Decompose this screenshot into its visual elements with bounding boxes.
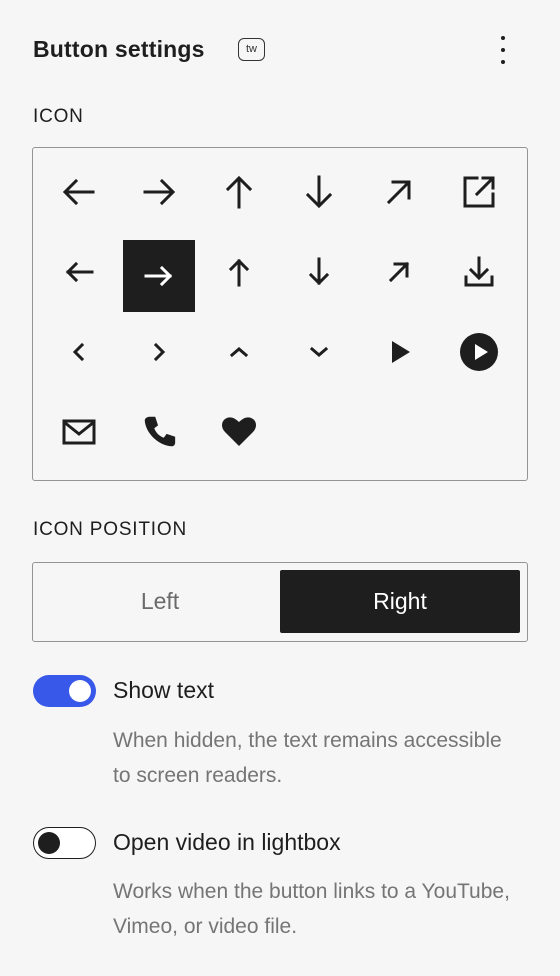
tw-badge: tw (238, 38, 265, 61)
show-text-toggle[interactable] (33, 675, 96, 707)
position-right-option[interactable]: Right (280, 570, 520, 633)
arrow-down-icon[interactable] (283, 156, 355, 228)
arrow-up-right-icon[interactable] (363, 156, 435, 228)
heart-icon[interactable] (203, 396, 275, 468)
envelope-icon[interactable] (43, 396, 115, 468)
download-icon[interactable] (443, 236, 515, 308)
icon-position-control: Left Right (32, 562, 528, 642)
phone-icon[interactable] (123, 396, 195, 468)
arrow-left-short-icon[interactable] (43, 236, 115, 308)
chevron-up-icon[interactable] (203, 316, 275, 388)
arrow-up-icon[interactable] (203, 156, 275, 228)
icon-picker-grid (32, 147, 528, 481)
toggle-knob (69, 680, 91, 702)
lightbox-label: Open video in lightbox (113, 829, 341, 855)
panel-header: Button settings tw (33, 32, 533, 72)
icon-position-label: ICON POSITION (33, 519, 187, 540)
position-left-option[interactable]: Left (41, 570, 279, 633)
play-icon[interactable] (363, 316, 435, 388)
chevron-down-icon[interactable] (283, 316, 355, 388)
arrow-up-right-short-icon[interactable] (363, 236, 435, 308)
play-circle-icon[interactable] (443, 316, 515, 388)
show-text-help: When hidden, the text remains accessible… (113, 729, 502, 787)
arrow-left-icon[interactable] (43, 156, 115, 228)
panel-title: Button settings (33, 36, 205, 62)
chevron-right-icon[interactable] (123, 316, 195, 388)
chevron-left-icon[interactable] (43, 316, 115, 388)
lightbox-help: Works when the button links to a YouTube… (113, 880, 510, 938)
more-options-icon[interactable] (491, 32, 515, 68)
arrow-up-short-icon[interactable] (203, 236, 275, 308)
arrow-right-short-icon[interactable] (123, 240, 195, 312)
show-text-label: Show text (113, 677, 214, 703)
arrow-down-short-icon[interactable] (283, 236, 355, 308)
external-link-icon[interactable] (443, 156, 515, 228)
lightbox-toggle[interactable] (33, 827, 96, 859)
toggle-knob (38, 831, 60, 854)
arrow-right-icon[interactable] (123, 156, 195, 228)
icon-section-label: ICON (33, 106, 84, 127)
